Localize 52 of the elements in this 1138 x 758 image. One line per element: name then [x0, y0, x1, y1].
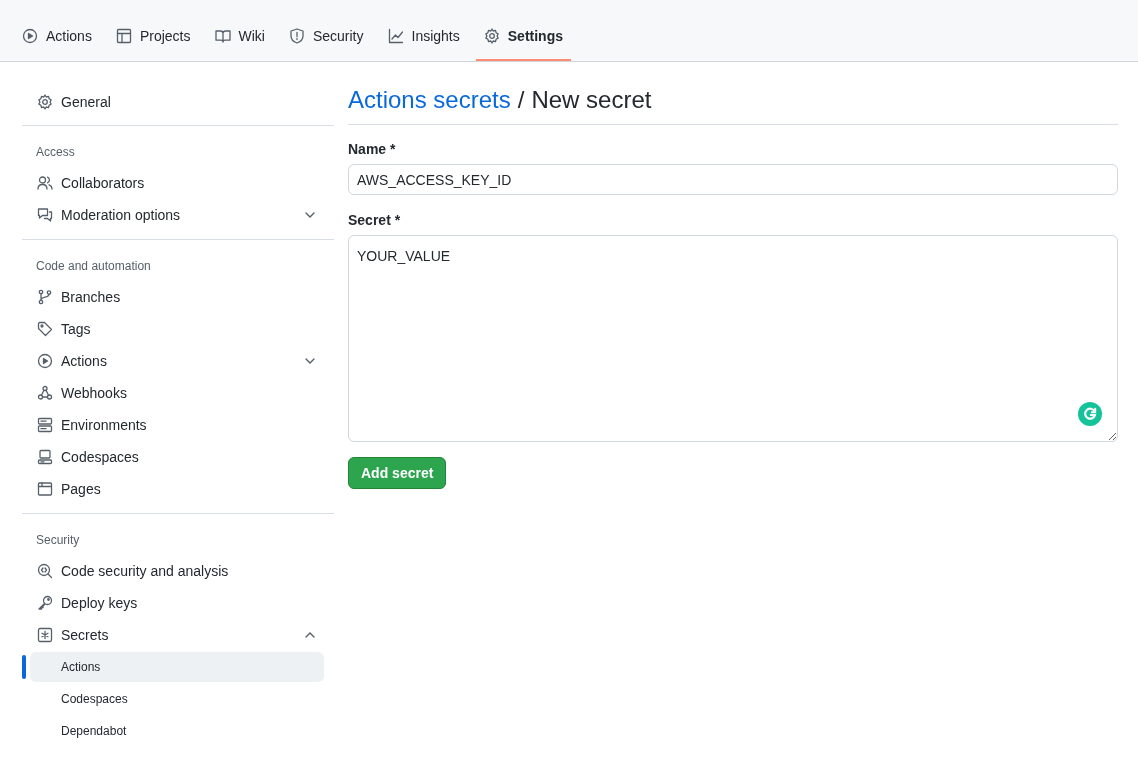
field-label: Name * [348, 141, 397, 157]
sidebar-item[interactable]: Tags [22, 313, 334, 345]
asterisk-icon [37, 627, 53, 643]
play-icon [22, 28, 38, 44]
nav-tab[interactable]: Wiki [206, 15, 273, 61]
people-icon [37, 175, 53, 191]
graph-icon [387, 28, 404, 44]
play-icon [37, 353, 53, 369]
nav-tab[interactable]: Actions [14, 15, 100, 61]
computer-icon [37, 449, 53, 465]
secret-textarea[interactable]: YOUR_VALUE [348, 235, 1118, 442]
field-label: Secret * [348, 212, 402, 228]
sidebar-item[interactable]: Environments [22, 409, 334, 441]
table-icon [115, 28, 132, 44]
sidebar-item[interactable]: Webhooks [22, 377, 334, 409]
settings-icon [37, 94, 53, 110]
browser-window-icon [37, 481, 53, 497]
sidebar-subitem[interactable]: Actions [30, 652, 324, 682]
sidebar-item[interactable]: Secrets [22, 619, 334, 651]
section-heading: Code and automation [35, 258, 152, 275]
sidebar-subitem[interactable]: Codespaces [30, 684, 324, 714]
page-title: New secret [531, 86, 652, 114]
tag-icon [37, 321, 53, 337]
key-icon [37, 595, 53, 611]
code-search-icon [37, 563, 53, 579]
nav-tab[interactable]: Settings [475, 15, 571, 61]
server-icon [37, 417, 53, 433]
breadcrumb-link[interactable]: Actions secrets [348, 86, 511, 114]
name-input[interactable]: AWS_ACCESS_KEY_ID [348, 164, 1118, 195]
sidebar-item[interactable]: Branches [22, 281, 334, 313]
sidebar-item[interactable]: Deploy keys [22, 587, 334, 619]
nav-tab[interactable]: Insights [379, 15, 468, 61]
nav-tab[interactable]: Security [280, 15, 372, 61]
sidebar-item[interactable]: Actions [22, 345, 334, 377]
shield-icon [288, 28, 305, 44]
book-icon [214, 28, 231, 44]
sidebar-item[interactable]: Codespaces [22, 441, 334, 473]
section-heading: Access [35, 144, 76, 161]
webhook-icon [37, 385, 53, 401]
sidebar-item[interactable]: General [22, 86, 334, 118]
sidebar-subitem[interactable]: Dependabot [30, 716, 324, 746]
nav-tab[interactable]: Projects [107, 15, 199, 61]
sidebar-item[interactable]: Moderation options [22, 199, 334, 231]
sidebar-item[interactable]: Collaborators [22, 167, 334, 199]
sidebar-item[interactable]: Pages [22, 473, 334, 505]
section-heading: Security [35, 532, 81, 549]
settings-icon [483, 28, 500, 44]
sidebar-item[interactable]: Code security and analysis [22, 555, 334, 587]
speech-bubbles-icon [37, 207, 53, 223]
selection-indicator [22, 655, 26, 679]
breadcrumb-separator: / [517, 86, 525, 114]
branch-icon [37, 289, 53, 305]
